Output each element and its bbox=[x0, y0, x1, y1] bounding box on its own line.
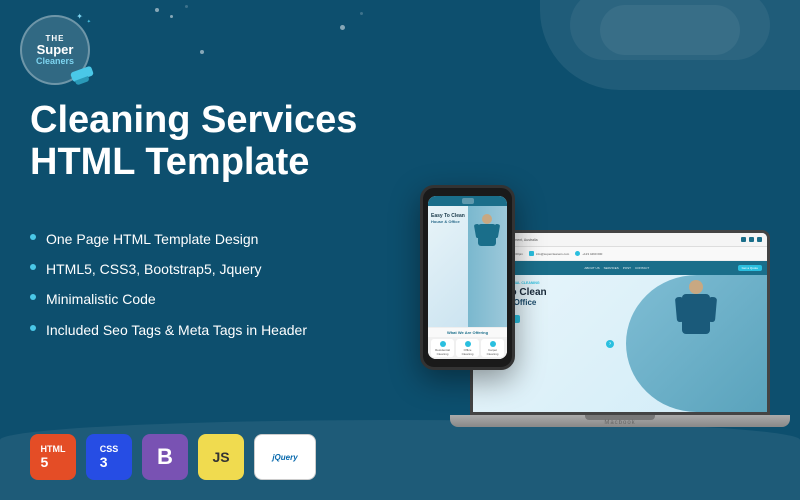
javascript-badge: JS bbox=[198, 434, 244, 480]
feature-item-1: One Page HTML Template Design bbox=[30, 230, 360, 248]
screen-email: info@supercleaners.com bbox=[529, 251, 569, 256]
laptop-brand-label: Macbook bbox=[604, 420, 635, 426]
email-text: info@supercleaners.com bbox=[536, 252, 569, 256]
phone-card-label-1: ResidentialCleaning bbox=[435, 348, 450, 356]
laptop-base: Macbook bbox=[450, 415, 790, 427]
nav-post: POST bbox=[623, 266, 631, 270]
phone-card-2: OfficeCleaning bbox=[456, 339, 479, 357]
phone-hero-area: Easy To Clean House & Office bbox=[428, 206, 507, 327]
feature-text-1: One Page HTML Template Design bbox=[46, 230, 258, 248]
screen-info-bar: 50 Street, 8A Apartment, Australia bbox=[473, 233, 767, 247]
carousel-next[interactable]: › bbox=[606, 340, 614, 348]
phone-screen-inner: Easy To Clean House & Office What We Are… bbox=[428, 196, 507, 359]
social-in bbox=[757, 237, 762, 242]
bullet-icon-2 bbox=[30, 264, 36, 270]
phone-icon bbox=[575, 251, 580, 256]
jquery-text: jQuery bbox=[272, 453, 297, 462]
bullet-icon-3 bbox=[30, 294, 36, 300]
phone-service-cards: ResidentialCleaning OfficeCleaning Carpe… bbox=[428, 337, 507, 359]
phone-card-label-3: CarpetCleaning bbox=[487, 348, 499, 356]
logo-star-1: ✦ bbox=[76, 12, 83, 21]
dot-decoration-5 bbox=[340, 25, 345, 30]
phone-card-icon-3 bbox=[490, 341, 496, 347]
nav-services: SERVICES bbox=[604, 266, 619, 270]
headline-line2: HTML Template bbox=[30, 142, 370, 184]
bullet-icon-4 bbox=[30, 325, 36, 331]
phone-card-1: ResidentialCleaning bbox=[431, 339, 454, 357]
bullet-icon-1 bbox=[30, 234, 36, 240]
feature-list: One Page HTML Template Design HTML5, CSS… bbox=[30, 230, 360, 351]
device-container: Easy To Clean House & Office What We Are… bbox=[400, 20, 790, 450]
main-headline: Cleaning Services HTML Template bbox=[30, 100, 370, 184]
logo-cleaners: Cleaners bbox=[36, 56, 74, 66]
screen-hero-title: Easy To Clean bbox=[479, 287, 761, 298]
feature-item-2: HTML5, CSS3, Bootstrap5, Jquery bbox=[30, 260, 360, 278]
phone-section-title: What We Are Offering bbox=[428, 327, 507, 337]
screen-content: 50 Street, 8A Apartment, Australia Mon-F… bbox=[473, 233, 767, 412]
phone-card-icon-1 bbox=[440, 341, 446, 347]
feature-item-3: Minimalistic Code bbox=[30, 290, 360, 308]
screen-hero-text: HIGHLY PROFESSIONAL CLEANING Easy To Cle… bbox=[473, 275, 767, 331]
feature-text-3: Minimalistic Code bbox=[46, 290, 156, 308]
screen-hero-label: HIGHLY PROFESSIONAL CLEANING bbox=[479, 281, 761, 285]
bootstrap-label: B bbox=[157, 444, 173, 470]
html5-badge: HTML5 bbox=[30, 434, 76, 480]
social-fb bbox=[741, 237, 746, 242]
get-quote-btn[interactable]: Get a Quote bbox=[738, 265, 762, 271]
phone-card-label-2: OfficeCleaning bbox=[462, 348, 474, 356]
email-icon bbox=[529, 251, 534, 256]
logo-star-2: ✦ bbox=[87, 19, 91, 25]
nav-contact: CONTACT bbox=[635, 266, 649, 270]
js-label: JS bbox=[212, 449, 229, 465]
logo-brush-icon bbox=[70, 66, 94, 83]
phone-logo bbox=[462, 198, 474, 204]
social-tw bbox=[749, 237, 754, 242]
logo-area: THE Super Cleaners ✦ ✦ bbox=[20, 15, 90, 85]
screen-hero: HIGHLY PROFESSIONAL CLEANING Easy To Cle… bbox=[473, 275, 767, 412]
css3-label: CSS3 bbox=[100, 444, 119, 470]
feature-text-2: HTML5, CSS3, Bootstrap5, Jquery bbox=[46, 260, 262, 278]
dot-decoration-3 bbox=[185, 5, 188, 8]
nav-about: ABOUT US bbox=[584, 266, 599, 270]
css3-badge: CSS3 bbox=[86, 434, 132, 480]
screen-contact-bar: Mon-Fri: 09:00am - 10:00pm info@supercle… bbox=[473, 247, 767, 261]
phone-nav-bar bbox=[428, 196, 507, 206]
dot-decoration-4 bbox=[200, 50, 204, 54]
phone-mockup: Easy To Clean House & Office What We Are… bbox=[420, 185, 515, 370]
dot-decoration-6 bbox=[360, 12, 363, 15]
feature-item-4: Included Seo Tags & Meta Tags in Header bbox=[30, 321, 360, 339]
logo-super: Super bbox=[37, 43, 74, 56]
phone-screen: Easy To Clean House & Office What We Are… bbox=[428, 196, 507, 359]
feature-text-4: Included Seo Tags & Meta Tags in Header bbox=[46, 321, 307, 339]
logo-circle: THE Super Cleaners ✦ ✦ bbox=[20, 15, 90, 85]
laptop-screen: 50 Street, 8A Apartment, Australia Mon-F… bbox=[470, 230, 770, 415]
screen-phone: +123 4490 000 bbox=[575, 251, 602, 256]
phone-card-3: CarpetCleaning bbox=[481, 339, 504, 357]
social-icons bbox=[741, 237, 762, 242]
bootstrap-badge: B bbox=[142, 434, 188, 480]
phone-card-icon-2 bbox=[465, 341, 471, 347]
screen-main-nav: ABOUT US SERVICES POST CONTACT Get a Quo… bbox=[473, 261, 767, 275]
html5-label: HTML5 bbox=[41, 444, 66, 470]
phone-text: +123 4490 000 bbox=[582, 252, 602, 256]
tech-badges: HTML5 CSS3 B JS jQuery bbox=[30, 434, 316, 480]
phone-hero-figure bbox=[472, 214, 502, 254]
screen-hero-subtitle: House & Office bbox=[479, 298, 761, 307]
dot-decoration-2 bbox=[170, 15, 173, 18]
screen-nav-links: ABOUT US SERVICES POST CONTACT bbox=[500, 266, 734, 270]
dot-decoration-1 bbox=[155, 8, 159, 12]
headline-line1: Cleaning Services bbox=[30, 100, 370, 142]
jquery-badge: jQuery bbox=[254, 434, 316, 480]
